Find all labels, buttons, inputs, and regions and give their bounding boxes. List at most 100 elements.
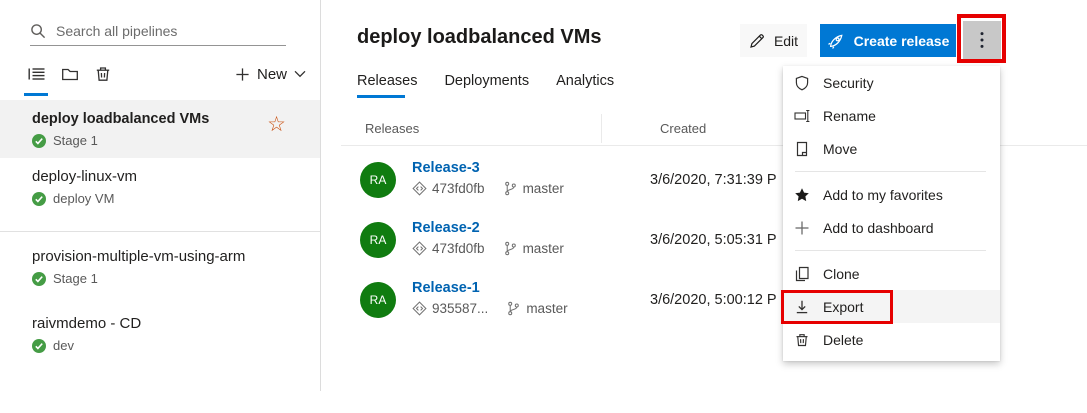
- sidebar-item-raivmdemo-cd[interactable]: raivmdemo - CD dev: [0, 315, 320, 353]
- search-box[interactable]: [30, 16, 286, 46]
- stage-label: deploy VM: [53, 191, 115, 206]
- new-button-label: New: [256, 65, 287, 83]
- pipeline-name: raivmdemo - CD: [32, 315, 142, 332]
- tab-deployments[interactable]: Deployments: [444, 73, 529, 109]
- recycle-bin-button[interactable]: [94, 65, 112, 83]
- created-date: 3/6/2020, 7:31:39 P: [650, 172, 777, 188]
- menu-item-label: Delete: [823, 331, 864, 348]
- move-page-icon: [794, 141, 810, 157]
- sidebar-item-provision-multiple-vm-using-arm[interactable]: provision-multiple-vm-using-arm Stage 1: [0, 248, 320, 286]
- menu-item-security[interactable]: Security: [783, 66, 1000, 99]
- pipeline-status: Stage 1: [32, 271, 320, 286]
- menu-item-clone[interactable]: Clone: [783, 257, 1000, 290]
- pipeline-name: provision-multiple-vm-using-arm: [32, 248, 246, 265]
- create-release-button[interactable]: Create release: [820, 24, 956, 57]
- branch-icon: [503, 181, 518, 196]
- menu-item-export[interactable]: Export: [783, 290, 1000, 323]
- release-meta: 935587... master: [412, 301, 568, 316]
- pencil-icon: [749, 33, 765, 49]
- rocket-icon: [827, 32, 845, 50]
- column-separator[interactable]: [601, 114, 602, 143]
- commit-id[interactable]: 473fd0fb: [432, 241, 485, 256]
- sidebar-item-deploy-linux-vm[interactable]: deploy-linux-vm deploy VM: [0, 168, 320, 206]
- create-release-label: Create release: [853, 32, 950, 49]
- menu-item-move[interactable]: Move: [783, 132, 1000, 165]
- release-link[interactable]: Release-1: [412, 280, 480, 296]
- edit-button-label: Edit: [773, 32, 799, 49]
- more-actions-button[interactable]: [963, 21, 1001, 59]
- branch-name[interactable]: master: [523, 181, 564, 196]
- menu-divider: [795, 250, 986, 251]
- commit-icon: [412, 301, 427, 316]
- check-circle-icon: [32, 271, 46, 286]
- release-info: Release-2 473fd0fb master: [412, 219, 564, 256]
- edit-button[interactable]: Edit: [740, 24, 807, 57]
- column-header-releases[interactable]: Releases: [365, 121, 419, 136]
- branch-name[interactable]: master: [523, 241, 564, 256]
- favorite-star-icon[interactable]: ☆: [267, 114, 286, 135]
- tab-releases[interactable]: Releases: [357, 73, 417, 109]
- menu-item-label: Add to my favorites: [823, 186, 943, 203]
- folder-view-button[interactable]: [61, 65, 79, 83]
- column-header-created[interactable]: Created: [660, 121, 706, 136]
- release-link[interactable]: Release-2: [412, 220, 480, 236]
- branch-name[interactable]: master: [526, 301, 567, 316]
- menu-item-rename[interactable]: Rename: [783, 99, 1000, 132]
- chevron-down-icon: [294, 70, 306, 78]
- stage-label: dev: [53, 338, 74, 353]
- created-date: 3/6/2020, 5:00:12 P: [650, 292, 777, 308]
- sidebar-group-divider: [0, 231, 320, 232]
- trash-icon: [794, 332, 810, 348]
- avatar: RA: [360, 222, 396, 258]
- check-circle-icon: [32, 191, 46, 206]
- pipeline-status: deploy VM: [32, 191, 320, 206]
- sidebar-item-deploy-loadbalanced-vms[interactable]: deploy loadbalanced VMs Stage 1 ☆: [0, 100, 320, 158]
- release-meta: 473fd0fb master: [412, 241, 564, 256]
- menu-divider: [795, 171, 986, 172]
- vertical-ellipsis-icon: [980, 31, 984, 49]
- app-window: New deploy loadbalanced VMs Stage 1 ☆ de…: [0, 0, 1087, 413]
- menu-item-add-to-my-favorites[interactable]: Add to my favorites: [783, 178, 1000, 211]
- active-view-underline: [24, 93, 48, 96]
- sidebar-main-divider: [320, 0, 321, 391]
- created-date: 3/6/2020, 5:05:31 P: [650, 232, 777, 248]
- avatar: RA: [360, 162, 396, 198]
- avatar: RA: [360, 282, 396, 318]
- menu-item-label: Clone: [823, 265, 860, 282]
- branch-icon: [503, 241, 518, 256]
- search-icon: [30, 23, 46, 39]
- menu-item-label: Move: [823, 140, 858, 157]
- star-filled-icon: [794, 187, 810, 203]
- page-title: deploy loadbalanced VMs: [357, 26, 602, 48]
- check-circle-icon: [32, 133, 46, 148]
- check-circle-icon: [32, 338, 46, 353]
- commit-id[interactable]: 935587...: [432, 301, 488, 316]
- commit-icon: [412, 181, 427, 196]
- release-info: Release-1 935587... master: [412, 279, 568, 316]
- download-icon: [794, 299, 810, 315]
- menu-item-add-to-dashboard[interactable]: Add to dashboard: [783, 211, 1000, 244]
- release-link[interactable]: Release-3: [412, 160, 480, 176]
- menu-item-delete[interactable]: Delete: [783, 323, 1000, 356]
- list-view-button[interactable]: [24, 65, 48, 96]
- release-info: Release-3 473fd0fb master: [412, 159, 564, 196]
- branch-icon: [506, 301, 521, 316]
- more-actions-menu: Security Rename Move Add to my favorites: [783, 66, 1000, 361]
- release-meta: 473fd0fb master: [412, 181, 564, 196]
- stage-label: Stage 1: [53, 271, 98, 286]
- menu-item-label: Rename: [823, 107, 876, 124]
- rename-icon: [794, 108, 810, 124]
- plus-icon: [235, 67, 250, 82]
- tab-bar: Releases Deployments Analytics: [357, 73, 614, 109]
- pipeline-name: deploy-linux-vm: [32, 168, 138, 185]
- menu-item-label: Add to dashboard: [823, 219, 934, 236]
- clone-icon: [794, 266, 810, 282]
- new-pipeline-button[interactable]: New: [235, 66, 306, 83]
- plus-icon: [794, 220, 810, 236]
- search-input[interactable]: [56, 22, 266, 39]
- sidebar: New deploy loadbalanced VMs Stage 1 ☆ de…: [0, 0, 320, 413]
- tab-analytics[interactable]: Analytics: [556, 73, 614, 109]
- menu-item-label: Export: [823, 298, 864, 315]
- commit-id[interactable]: 473fd0fb: [432, 181, 485, 196]
- active-tab-underline: [357, 95, 405, 98]
